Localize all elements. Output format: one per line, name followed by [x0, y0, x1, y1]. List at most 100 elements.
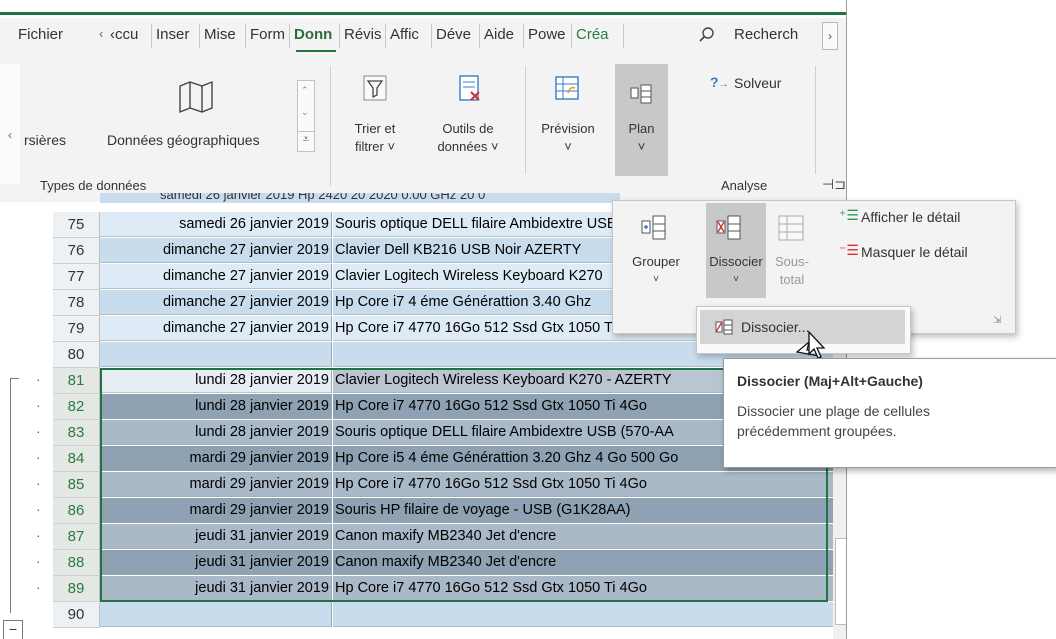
tab-insertion[interactable]: Inser	[156, 26, 196, 48]
row-header[interactable]: 75	[53, 212, 100, 238]
outline-icon	[630, 84, 652, 109]
ribbon-scroll-left-icon[interactable]: ‹	[8, 128, 12, 142]
tab-separator	[385, 24, 386, 48]
row-header[interactable]: 87	[53, 524, 100, 550]
date-cell[interactable]: dimanche 27 janvier 2019	[100, 316, 332, 341]
tab-power-pivot[interactable]: Powe	[528, 26, 568, 48]
outline-level-dot: ·	[36, 527, 41, 543]
tab-separator	[623, 24, 624, 48]
outline-level-dot: ·	[36, 501, 41, 517]
tooltip-title: Dissocier (Maj+Alt+Gauche)	[737, 373, 923, 389]
tab-donnees[interactable]: Donn	[294, 26, 336, 48]
group-label-data-types: Types de données	[40, 178, 147, 193]
date-cell[interactable]	[100, 602, 332, 627]
outline-level-dot: ·	[36, 371, 41, 387]
row-header[interactable]: 84	[53, 446, 100, 472]
title-accent-line	[0, 0, 846, 18]
date-cell[interactable]	[100, 342, 332, 367]
group-icon	[641, 215, 667, 246]
group-button[interactable]: Grouper ˅	[625, 253, 687, 289]
solver-button[interactable]: Solveur	[734, 75, 781, 91]
ungroup-small-icon	[715, 319, 733, 340]
hide-detail-icon: ⁻☰	[839, 242, 859, 258]
partial-row-74: samedi 26 janvier 2019 Hp 2420 20 2020 0…	[100, 193, 620, 203]
show-detail-button[interactable]: Afficher le détail	[861, 209, 960, 225]
tab-separator	[151, 24, 152, 48]
row-header[interactable]: 85	[53, 472, 100, 498]
pin-ribbon-icon[interactable]: ⊣⊐	[822, 176, 846, 193]
tab-separator	[245, 24, 246, 48]
row-header[interactable]: 79	[53, 316, 100, 342]
tab-scroll-right-button[interactable]: ›	[822, 22, 838, 50]
date-cell[interactable]: dimanche 27 janvier 2019	[100, 264, 332, 289]
row-header[interactable]: 82	[53, 394, 100, 420]
tab-separator	[289, 24, 290, 48]
tab-mise-en-page[interactable]: Mise	[204, 26, 242, 48]
tab-revision[interactable]: Révis	[344, 26, 382, 48]
row-header[interactable]: 76	[53, 238, 100, 264]
search-label[interactable]: Recherch	[734, 26, 804, 48]
date-cell[interactable]: dimanche 27 janvier 2019	[100, 290, 332, 315]
ribbon-separator	[815, 66, 816, 174]
outline-level-dot: ·	[36, 579, 41, 595]
outline-group-bracket	[10, 378, 19, 613]
ungroup-tooltip: Dissocier (Maj+Alt+Gauche) Dissocier une…	[723, 358, 1056, 468]
subtotal-button[interactable]: Sous-total	[770, 253, 814, 289]
ribbon-separator	[330, 66, 331, 186]
row-header[interactable]: 81	[53, 368, 100, 394]
tab-fichier[interactable]: Fichier	[18, 26, 82, 48]
data-tools-button[interactable]: Outils de données ˅	[428, 120, 508, 156]
filter-icon	[363, 75, 387, 106]
forecast-button[interactable]: Prévision ˅	[538, 120, 598, 156]
row-header[interactable]: 77	[53, 264, 100, 290]
outline-level-dot: ·	[36, 475, 41, 491]
tooltip-body-line-2: précédemment groupées.	[737, 423, 897, 439]
forecast-sheet-icon	[555, 76, 579, 105]
data-tools-icon	[458, 75, 482, 108]
geography-datatype-button[interactable]: Données géographiques	[107, 132, 260, 148]
date-cell[interactable]: dimanche 27 janvier 2019	[100, 238, 332, 263]
tab-separator	[523, 24, 524, 48]
tab-affichage[interactable]: Affic	[390, 26, 428, 48]
row-header[interactable]: 88	[53, 550, 100, 576]
outline-level-dot: ·	[36, 397, 41, 413]
group-label-analyse: Analyse	[721, 178, 768, 193]
tab-aide[interactable]: Aide	[484, 26, 520, 48]
outline-collapse-button[interactable]: −	[3, 620, 23, 639]
tab-creation[interactable]: Créa	[576, 26, 620, 48]
title-accent-bar	[0, 12, 846, 15]
tab-separator	[339, 24, 340, 48]
tab-accueil[interactable]: ‹ccu	[110, 26, 148, 48]
hide-detail-button[interactable]: Masquer le détail	[861, 244, 968, 260]
tab-developpeur[interactable]: Déve	[436, 26, 476, 48]
ungroup-label: Dissocier ˅	[709, 254, 763, 285]
search-icon[interactable]	[698, 26, 716, 49]
row-header[interactable]: 86	[53, 498, 100, 524]
selection-range-border	[100, 368, 828, 602]
outline-level-dot: ·	[36, 423, 41, 439]
sort-filter-button[interactable]: Trier et filtrer ˅	[340, 120, 410, 156]
scroll-left-arrow-icon[interactable]: ‹	[99, 26, 107, 48]
plan-label: Plan ˅	[628, 121, 655, 154]
row-header[interactable]: 90	[53, 602, 100, 628]
datatype-gallery-scroll[interactable]: ⌃ ⌄ ⩡	[297, 80, 315, 152]
solver-icon: ?→	[710, 74, 729, 90]
row-header[interactable]: 78	[53, 290, 100, 316]
row-header[interactable]: 89	[53, 576, 100, 602]
product-cell[interactable]	[333, 602, 833, 627]
ungroup-icon	[716, 215, 742, 246]
scrollbar-thumb[interactable]	[835, 538, 846, 625]
map-icon	[178, 80, 214, 119]
outline-level-dot: ·	[36, 449, 41, 465]
ribbon-left-edge	[0, 64, 20, 184]
tooltip-body-line-1: Dissocier une plage de cellules	[737, 403, 930, 419]
show-detail-icon: ⁺☰	[839, 207, 859, 223]
row-header[interactable]: 80	[53, 342, 100, 368]
row-header[interactable]: 83	[53, 420, 100, 446]
dialog-launcher-icon[interactable]: ⇲	[993, 315, 1001, 326]
table-row[interactable]: 90	[0, 602, 846, 628]
stocks-datatype-button[interactable]: rsières	[24, 132, 66, 148]
tab-formules[interactable]: Form	[250, 26, 286, 48]
date-cell[interactable]: samedi 26 janvier 2019	[100, 212, 332, 237]
tab-separator	[479, 24, 480, 48]
